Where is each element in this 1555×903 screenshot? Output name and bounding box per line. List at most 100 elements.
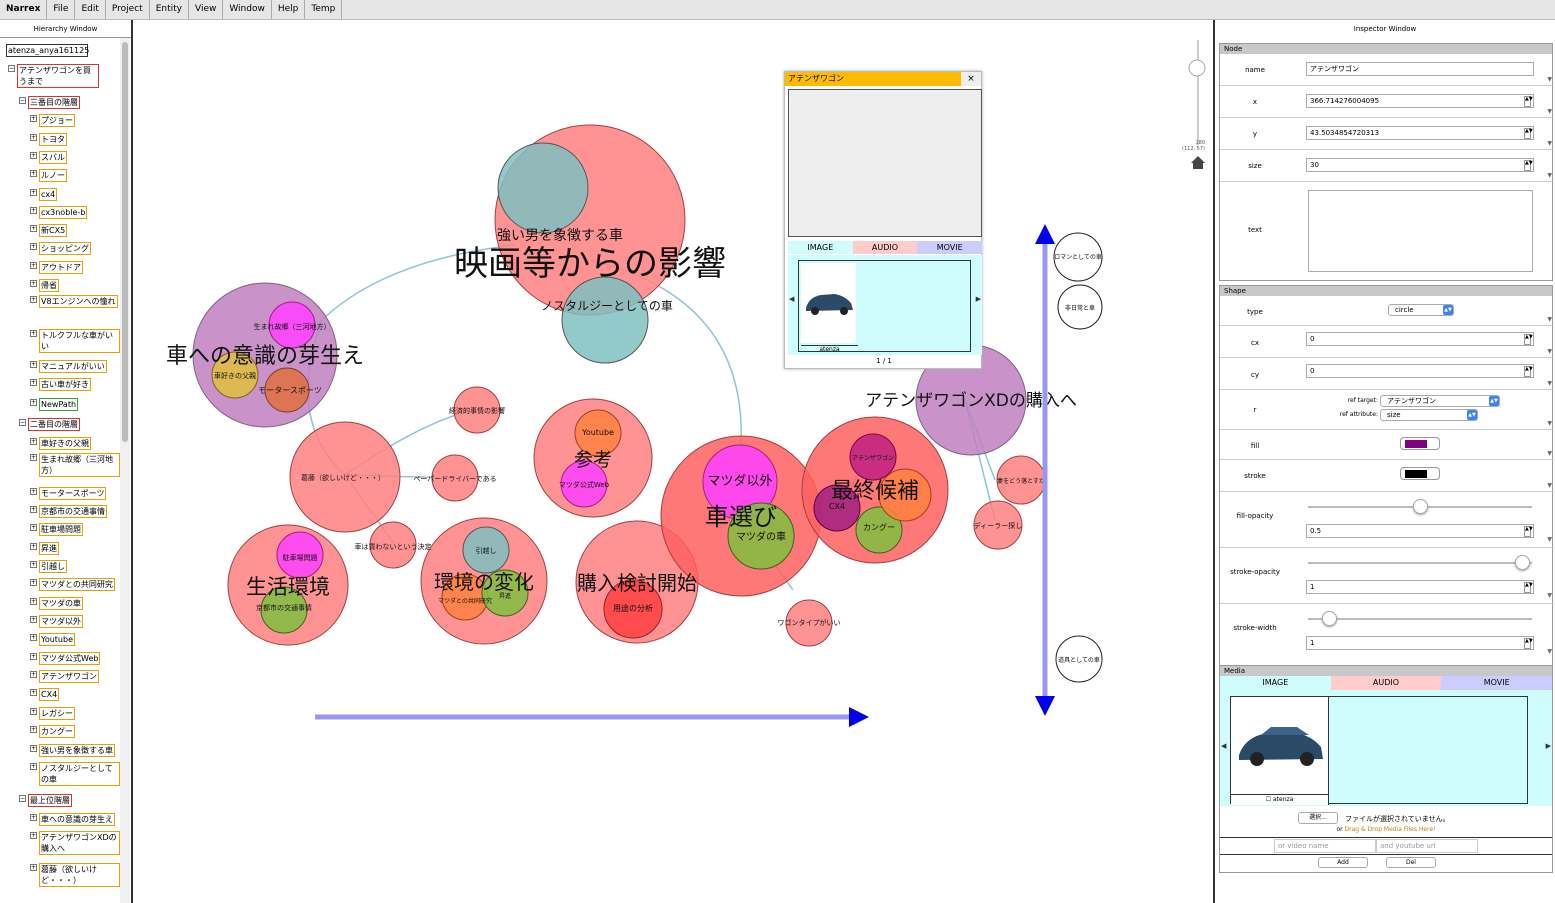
row-collapse-icon[interactable]: ▼ xyxy=(1547,536,1552,543)
tree-node[interactable]: + NewPath xyxy=(30,398,79,411)
graph-svg[interactable]: 映画等からの影響強い男を象徴する車ノスタルジーとしての車車への意識の芽生え 生まれ… xyxy=(135,20,1213,903)
tree-node[interactable]: + ショッピング xyxy=(30,242,91,255)
graph-canvas[interactable]: 映画等からの影響 強い男を象徴する車 ノスタルジーとしての車 車への意識の芽生え 生まれ… xyxy=(135,20,1213,903)
stroke-width-slider[interactable] xyxy=(1308,618,1532,620)
cx-stepper[interactable]: ▲▼ xyxy=(1524,334,1533,345)
media-next-icon[interactable]: ▶ xyxy=(1546,742,1551,750)
tree-node[interactable]: + マツダとの共同研究 xyxy=(30,578,115,591)
row-collapse-icon[interactable]: ▼ xyxy=(1547,592,1552,599)
expand-toggle-icon[interactable]: + xyxy=(30,708,37,715)
expand-toggle-icon[interactable]: + xyxy=(30,689,37,696)
size-stepper[interactable]: ▲▼ xyxy=(1524,160,1533,171)
expand-toggle-icon[interactable]: + xyxy=(30,488,37,495)
row-collapse-icon[interactable]: ▼ xyxy=(1547,108,1552,115)
tree-node[interactable]: + アテンザワゴンXDの購入へ xyxy=(30,831,120,855)
expand-toggle-icon[interactable]: + xyxy=(30,379,37,386)
popup-prev-icon[interactable]: ◀ xyxy=(789,295,794,303)
tree-node[interactable]: + cx3noble-b xyxy=(30,206,88,219)
tree-node[interactable]: + トルクフルな車がいい xyxy=(30,329,120,353)
node-popup[interactable]: アテンザワゴン × IMAGE AUDIO MOVIE ◀ atenza ▶ 1 … xyxy=(784,71,983,369)
menu-entity[interactable]: Entity xyxy=(150,0,189,19)
tree-node[interactable]: + マツダ以外 xyxy=(30,615,83,628)
menu-window[interactable]: Window xyxy=(223,0,272,19)
tree-node[interactable]: + 車への意識の芽生え xyxy=(30,813,115,826)
home-icon[interactable] xyxy=(1191,156,1205,169)
tree-node[interactable]: + スバル xyxy=(30,151,67,164)
media-tab-movie[interactable]: MOVIE xyxy=(1441,676,1553,690)
row-collapse-icon[interactable]: ▼ xyxy=(1547,420,1552,427)
expand-toggle-icon[interactable]: + xyxy=(30,561,37,568)
expand-toggle-icon[interactable]: − xyxy=(19,795,26,802)
expand-toggle-icon[interactable]: + xyxy=(30,763,37,770)
choose-file-button[interactable]: 選択... xyxy=(1298,812,1338,824)
expand-toggle-icon[interactable]: + xyxy=(30,170,37,177)
menu-help[interactable]: Help xyxy=(272,0,306,19)
menu-view[interactable]: View xyxy=(189,0,224,19)
expand-toggle-icon[interactable]: + xyxy=(30,361,37,368)
stroke-width-stepper[interactable]: ▲▼ xyxy=(1524,638,1533,649)
del-button[interactable]: Del xyxy=(1386,857,1436,868)
tree-node[interactable]: + モータースポーツ xyxy=(30,487,107,500)
expand-toggle-icon[interactable]: + xyxy=(30,745,37,752)
expand-toggle-icon[interactable]: + xyxy=(30,262,37,269)
add-button[interactable]: Add xyxy=(1318,857,1368,868)
cy-input[interactable]: 0 ▲▼ xyxy=(1306,364,1534,378)
tree-node[interactable]: + アテンザワゴン xyxy=(30,670,99,683)
tree-node[interactable]: + 葛藤（欲しいけど・・・） xyxy=(30,863,120,887)
type-select[interactable]: circle ▲▼ xyxy=(1388,304,1454,316)
tree-node[interactable]: + マニュアルがいい xyxy=(30,360,107,373)
x-stepper[interactable]: ▲▼ xyxy=(1524,96,1533,107)
tree-node[interactable]: + マツダの車 xyxy=(30,597,83,610)
tree-node[interactable]: + 昇進 xyxy=(30,542,59,555)
expand-toggle-icon[interactable]: + xyxy=(30,399,37,406)
expand-toggle-icon[interactable]: + xyxy=(30,653,37,660)
tree-node[interactable]: + アウトドア xyxy=(30,261,83,274)
tree-node[interactable]: + 駐車場問題 xyxy=(30,523,83,536)
zoom-slider-knob[interactable] xyxy=(1188,59,1206,77)
tree-node[interactable]: + 強い男を象徴する車 xyxy=(30,744,115,757)
fill-opacity-stepper[interactable]: ▲▼ xyxy=(1524,526,1533,537)
row-collapse-icon[interactable]: ▼ xyxy=(1547,348,1552,355)
stroke-opacity-stepper[interactable]: ▲▼ xyxy=(1524,582,1533,593)
media-prev-icon[interactable]: ◀ xyxy=(1221,742,1226,750)
ref-attr-select[interactable]: size ▲▼ xyxy=(1380,409,1478,421)
popup-next-icon[interactable]: ▶ xyxy=(976,295,981,303)
popup-header[interactable]: アテンザワゴン × xyxy=(785,72,981,86)
tree-node[interactable]: + 帰省 xyxy=(30,279,59,292)
tree-node[interactable]: + 新CX5 xyxy=(30,224,68,237)
tree-node[interactable]: − 三番目の階層 xyxy=(19,96,80,109)
expand-toggle-icon[interactable]: + xyxy=(30,832,37,839)
node-circle-nostalgia[interactable] xyxy=(561,276,649,364)
row-collapse-icon[interactable]: ▼ xyxy=(1547,380,1552,387)
expand-toggle-icon[interactable]: + xyxy=(30,524,37,531)
y-input[interactable]: 43.5034854720313 ▲▼ xyxy=(1306,126,1534,140)
cy-stepper[interactable]: ▲▼ xyxy=(1524,366,1533,377)
hierarchy-scroll-thumb[interactable] xyxy=(122,42,128,442)
tree-node[interactable]: + ルノー xyxy=(30,169,67,182)
expand-toggle-icon[interactable]: + xyxy=(30,330,37,337)
row-collapse-icon[interactable]: ▼ xyxy=(1547,140,1552,147)
stroke-width-input[interactable]: 1 ▲▼ xyxy=(1306,636,1534,650)
expand-toggle-icon[interactable]: + xyxy=(30,506,37,513)
menu-file[interactable]: File xyxy=(47,0,76,19)
expand-toggle-icon[interactable]: + xyxy=(30,634,37,641)
expand-toggle-icon[interactable]: + xyxy=(30,438,37,445)
row-collapse-icon[interactable]: ▼ xyxy=(1547,450,1552,457)
hierarchy-root[interactable]: atenza_anya161125 xyxy=(6,44,89,57)
stroke-width-knob[interactable] xyxy=(1322,611,1337,626)
size-input[interactable]: 30 ▲▼ xyxy=(1306,158,1534,172)
menu-temp[interactable]: Temp xyxy=(305,0,343,19)
name-input[interactable]: アテンザワゴン xyxy=(1306,62,1534,76)
row-collapse-icon[interactable]: ▼ xyxy=(1547,648,1552,655)
media-tab-image[interactable]: IMAGE xyxy=(1220,676,1331,690)
expand-toggle-icon[interactable]: + xyxy=(30,671,37,678)
row-collapse-icon[interactable]: ▼ xyxy=(1547,172,1552,179)
expand-toggle-icon[interactable]: + xyxy=(30,134,37,141)
tree-node[interactable]: − アテンザワゴンを買うまで xyxy=(8,64,99,88)
menu-edit[interactable]: Edit xyxy=(75,0,106,19)
expand-toggle-icon[interactable]: + xyxy=(30,152,37,159)
youtube-url-input[interactable]: and youtube url xyxy=(1376,839,1478,853)
text-area[interactable] xyxy=(1308,190,1533,272)
row-collapse-icon[interactable]: ▼ xyxy=(1547,482,1552,489)
tree-node[interactable]: + 古い車が好き xyxy=(30,378,91,391)
